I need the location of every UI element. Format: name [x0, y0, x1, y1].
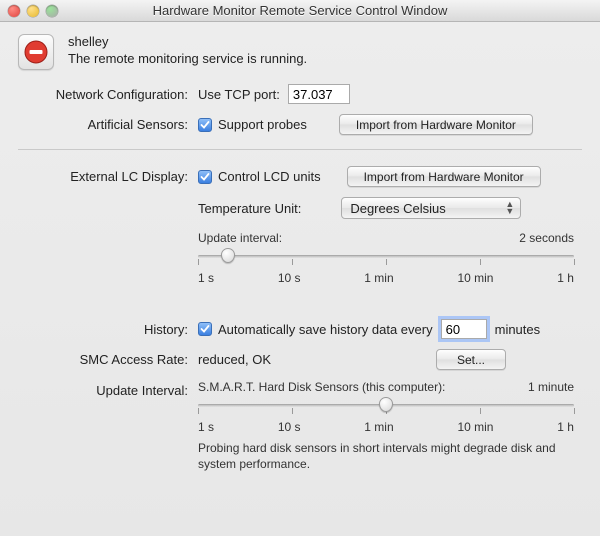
lcd-update-interval-title: Update interval:: [198, 231, 282, 245]
hostname: shelley: [68, 34, 307, 49]
network-config-label: Network Configuration:: [18, 84, 188, 102]
temperature-unit-value: Degrees Celsius: [350, 201, 445, 216]
smart-slider-value: 1 minute: [528, 380, 574, 394]
checkbox-icon: [198, 118, 212, 132]
tick-label: 1 s: [198, 420, 214, 434]
tick-label: 1 h: [557, 420, 574, 434]
header-text: shelley The remote monitoring service is…: [68, 34, 307, 66]
history-minutes-input[interactable]: [441, 319, 487, 339]
smc-access-rate-value: reduced, OK: [198, 352, 428, 367]
use-tcp-port-label: Use TCP port:: [198, 87, 280, 102]
external-lc-display-label: External LC Display:: [18, 166, 188, 184]
lcd-update-interval-value: 2 seconds: [519, 231, 574, 245]
tick-label: 10 s: [278, 420, 301, 434]
smart-update-interval-slider[interactable]: [198, 396, 574, 414]
window-title: Hardware Monitor Remote Service Control …: [0, 3, 600, 18]
stop-service-button[interactable]: [18, 34, 54, 70]
chevron-up-down-icon: ▲▼: [505, 201, 514, 215]
tick-label: 1 min: [364, 420, 393, 434]
history-text-prefix: Automatically save history data every: [218, 322, 433, 337]
tick-label: 10 min: [457, 420, 493, 434]
temperature-unit-label: Temperature Unit:: [198, 201, 301, 216]
history-text-unit: minutes: [495, 322, 541, 337]
checkbox-icon: [198, 170, 212, 184]
tcp-port-input[interactable]: [288, 84, 350, 104]
tick-label: 1 h: [557, 271, 574, 285]
control-lcd-label: Control LCD units: [218, 169, 321, 184]
service-status: The remote monitoring service is running…: [68, 51, 307, 66]
update-interval-label: Update Interval:: [18, 380, 188, 398]
lcd-slider-ticks: 1 s 10 s 1 min 10 min 1 h: [198, 271, 574, 285]
support-probes-label: Support probes: [218, 117, 307, 132]
support-probes-checkbox[interactable]: Support probes: [198, 117, 307, 132]
tick-label: 1 s: [198, 271, 214, 285]
tick-label: 1 min: [364, 271, 393, 285]
checkbox-icon: [198, 322, 212, 336]
smart-performance-note: Probing hard disk sensors in short inter…: [198, 440, 574, 472]
smc-set-button[interactable]: Set...: [436, 349, 506, 370]
lcd-update-interval-slider[interactable]: [198, 247, 574, 265]
import-artificial-button[interactable]: Import from Hardware Monitor: [339, 114, 533, 135]
tick-label: 10 s: [278, 271, 301, 285]
smart-slider-title: S.M.A.R.T. Hard Disk Sensors (this compu…: [198, 380, 445, 394]
smc-access-rate-label: SMC Access Rate:: [18, 349, 188, 367]
history-label: History:: [18, 319, 188, 337]
separator: [18, 149, 582, 150]
history-auto-save-checkbox[interactable]: Automatically save history data every: [198, 322, 433, 337]
smart-slider-ticks: 1 s 10 s 1 min 10 min 1 h: [198, 420, 574, 434]
window-titlebar: Hardware Monitor Remote Service Control …: [0, 0, 600, 22]
stop-circle-icon: [24, 40, 48, 64]
temperature-unit-popup[interactable]: Degrees Celsius ▲▼: [341, 197, 521, 219]
control-lcd-checkbox[interactable]: Control LCD units: [198, 169, 321, 184]
tick-label: 10 min: [457, 271, 493, 285]
import-lcd-button[interactable]: Import from Hardware Monitor: [347, 166, 541, 187]
artificial-sensors-label: Artificial Sensors:: [18, 114, 188, 132]
